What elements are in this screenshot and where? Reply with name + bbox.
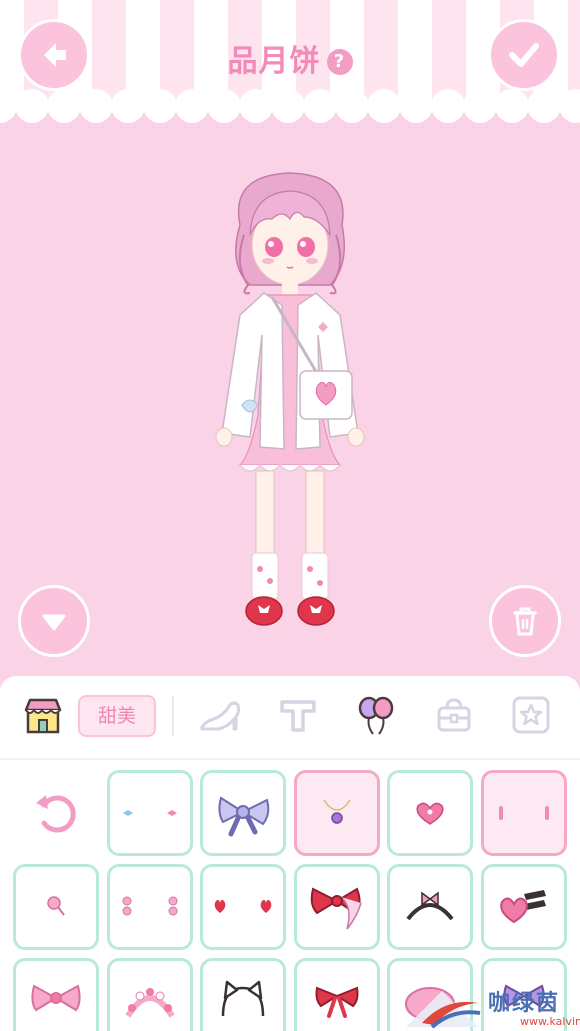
reset-button[interactable] <box>13 770 99 856</box>
category-tabs: 甜美 <box>0 676 580 758</box>
star-icon[interactable] <box>509 693 553 737</box>
arrow-left-icon <box>44 43 66 67</box>
tabs-divider <box>172 696 174 736</box>
ribbon-bow-icon <box>315 986 359 1018</box>
accessory-item[interactable] <box>200 864 286 950</box>
watermark-text: 咖绿茵 <box>488 991 561 1016</box>
shop-icon[interactable] <box>21 693 65 737</box>
heart-earrings-icon <box>214 899 272 913</box>
check-icon <box>509 43 539 67</box>
accessory-item[interactable] <box>107 864 193 950</box>
delete-button[interactable] <box>489 585 561 657</box>
panel-divider <box>0 758 580 760</box>
accessory-item[interactable] <box>107 958 193 1031</box>
accessory-item[interactable] <box>13 864 99 950</box>
accessory-item[interactable] <box>200 958 286 1031</box>
watermark-url: www.kalvin.cn <box>520 1015 580 1028</box>
accessory-item[interactable] <box>387 864 473 950</box>
tiny-bows-icon <box>123 810 177 816</box>
style-tag-button[interactable]: 甜美 <box>78 695 156 737</box>
watermark-logo <box>406 991 481 1029</box>
accessory-item[interactable] <box>13 958 99 1031</box>
red-bow-clip-icon <box>310 887 362 930</box>
accessory-item[interactable] <box>200 770 286 856</box>
back-button[interactable] <box>18 19 90 91</box>
cat-ear-hat-icon <box>221 980 265 1017</box>
title-text: 品月饼 <box>227 44 321 79</box>
flower-crown-icon <box>125 988 175 1018</box>
help-icon[interactable]: ? <box>326 49 353 75</box>
accessory-item[interactable] <box>107 770 193 856</box>
trash-icon <box>513 607 537 636</box>
confirm-button[interactable] <box>488 19 560 91</box>
headband-icon <box>406 891 454 921</box>
pendant-necklace-icon <box>323 799 351 824</box>
tiny-earrings-icon <box>499 806 549 820</box>
collapse-button[interactable] <box>18 585 90 657</box>
heart-brooch-icon <box>416 802 444 825</box>
accessory-item[interactable] <box>294 864 380 950</box>
reset-icon <box>36 795 76 833</box>
accessory-item[interactable] <box>294 770 380 856</box>
watermark: 咖绿茵 www.kalvin.cn <box>402 983 580 1031</box>
lavender-bow-icon <box>218 796 270 837</box>
lollipop-icon <box>47 896 65 916</box>
accessory-item[interactable] <box>294 958 380 1031</box>
bag-icon[interactable] <box>432 693 476 737</box>
accessory-item[interactable] <box>481 770 567 856</box>
t-shirt-icon[interactable] <box>276 693 320 737</box>
accessory-item[interactable] <box>481 864 567 950</box>
balloons-icon[interactable] <box>354 693 398 737</box>
triangle-down-icon <box>42 614 66 631</box>
wardrobe-panel: 甜美 <box>0 676 580 1031</box>
heart-clip-icon <box>500 890 546 924</box>
bear-earrings-icon <box>122 896 178 916</box>
accessory-item[interactable] <box>387 770 473 856</box>
shoe-icon[interactable] <box>198 693 242 737</box>
pink-bow-icon <box>31 984 81 1012</box>
dressed-character <box>215 172 365 626</box>
